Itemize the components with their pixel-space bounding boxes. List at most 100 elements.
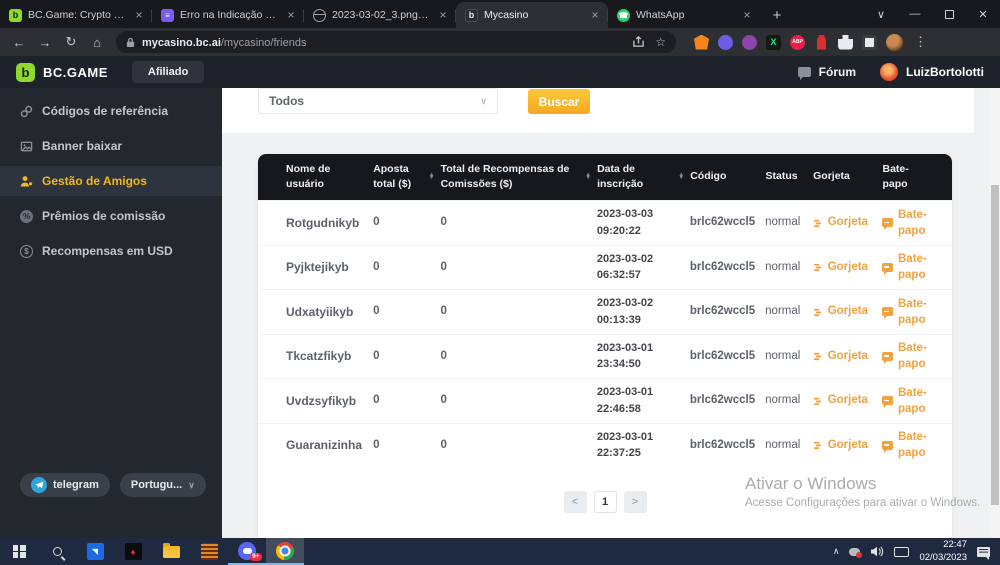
tip-link[interactable]: Gorjeta [828, 392, 868, 409]
sidebar-item-referral-codes[interactable]: Códigos de referência [0, 96, 222, 126]
bcgame-logo-icon[interactable]: b [16, 63, 35, 82]
sidebar-item-friends-management[interactable]: Gestão de Amigos [0, 166, 222, 196]
taskbar-amd-app[interactable]: ◥ [76, 538, 114, 565]
sort-icon[interactable]: ▲▼ [585, 174, 591, 181]
sidebar-item-banner-download[interactable]: Banner baixar [0, 131, 222, 161]
list-purple-icon: ≡ [161, 9, 174, 22]
scrollbar-thumb[interactable] [991, 185, 999, 505]
volume-icon[interactable] [870, 546, 884, 557]
tab-erro-indicacao[interactable]: ≡ Erro na Indicação - BC.Game × [152, 2, 304, 28]
chat-link[interactable]: Bate-papo [898, 385, 932, 417]
close-button[interactable]: ✕ [966, 0, 1000, 28]
tab-close-icon[interactable]: × [436, 8, 450, 22]
taskbar-game-app[interactable]: ♦ [114, 538, 152, 565]
taskbar-striped-app[interactable] [190, 538, 228, 565]
extensions-puzzle-icon[interactable] [838, 35, 853, 50]
metamask-extension-icon[interactable] [694, 35, 709, 50]
cell-code: brlc62wccl5 [690, 303, 765, 320]
forum-link[interactable]: Fórum [819, 65, 856, 79]
chevron-down-icon: ∨ [188, 480, 195, 491]
tab-png-image[interactable]: 2023-03-02_3.png (1024×76 × [304, 2, 456, 28]
tray-expand-icon[interactable]: ∧ [833, 546, 840, 557]
chat-bubble-icon [882, 352, 893, 361]
chat-link[interactable]: Bate-papo [898, 340, 932, 372]
user-avatar[interactable] [880, 63, 898, 81]
tab-close-icon[interactable]: × [740, 8, 754, 22]
recording-tray-icon[interactable] [849, 548, 860, 556]
friend-type-select[interactable]: Todos ∨ [258, 88, 498, 114]
brand-name[interactable]: BC.GAME [43, 65, 108, 80]
action-center-icon[interactable] [977, 547, 990, 557]
col-commission-total[interactable]: Total de Recompensas de Comissões ($) ▲▼ [441, 162, 598, 192]
share-icon[interactable] [632, 36, 645, 48]
sidebar-item-label: Recompensas em USD [42, 244, 173, 258]
cell-bet-total: 0 [373, 348, 440, 365]
chrome-icon [276, 542, 294, 560]
col-bet-total[interactable]: Aposta total ($) ▲▼ [373, 162, 440, 192]
purple-extension-icon[interactable] [718, 35, 733, 50]
tab-close-icon[interactable]: × [132, 8, 146, 22]
red-hand-extension-icon[interactable] [814, 35, 829, 50]
tab-close-icon[interactable]: × [588, 8, 602, 22]
reload-icon[interactable]: ↻ [60, 31, 82, 53]
tab-bcgame-home[interactable]: b BC.Game: Crypto Casino Gan × [0, 2, 152, 28]
col-signup-date[interactable]: Data de inscrição ▲▼ [597, 162, 690, 192]
sort-icon[interactable]: ▲▼ [429, 174, 435, 181]
chat-link[interactable]: Bate-papo [898, 429, 932, 461]
cell-commission-total: 0 [440, 437, 596, 454]
sidebar-item-usd-rewards[interactable]: $ Recompensas em USD [0, 236, 222, 266]
chat-link[interactable]: Bate-papo [898, 251, 932, 283]
adblock-plus-extension-icon[interactable]: ABP [790, 35, 805, 50]
chat-link[interactable]: Bate-papo [898, 207, 932, 239]
sidebar-item-commission-rewards[interactable]: % Prêmios de comissão [0, 201, 222, 231]
minimize-button[interactable]: — [898, 0, 932, 28]
tab-search-icon[interactable]: ∨ [864, 0, 898, 28]
start-button[interactable] [0, 538, 38, 565]
restore-button[interactable] [932, 0, 966, 28]
whatsapp-icon: ☎ [617, 9, 630, 22]
page-scrollbar[interactable] [990, 88, 1000, 538]
tab-close-icon[interactable]: × [284, 8, 298, 22]
tip-link[interactable]: Gorjeta [828, 303, 868, 320]
tip-link[interactable]: Gorjeta [828, 214, 868, 231]
sort-icon[interactable]: ▲▼ [678, 174, 684, 181]
telegram-button[interactable]: telegram [20, 473, 110, 497]
tab-whatsapp[interactable]: ☎ WhatsApp × [608, 2, 760, 28]
tab-mycasino-active[interactable]: b Mycasino × [456, 2, 608, 28]
taskbar-clock[interactable]: 22:47 02/03/2023 [919, 539, 967, 564]
cell-username: Uvdzsyfikyb [286, 392, 373, 410]
browser-toolbar: ← → ↻ ⌂ mycasino.bc.ai/mycasino/friends … [0, 28, 1000, 56]
prev-page-button[interactable]: < [564, 491, 587, 513]
keyboard-icon[interactable] [894, 547, 909, 557]
cell-code: brlc62wccl5 [690, 214, 765, 231]
chat-link[interactable]: Bate-papo [898, 296, 932, 328]
search-button[interactable]: Buscar [528, 89, 590, 114]
violet-extension-icon[interactable] [742, 35, 757, 50]
next-page-button[interactable]: > [624, 491, 647, 513]
new-tab-button[interactable]: + [764, 2, 790, 28]
address-bar[interactable]: mycasino.bc.ai/mycasino/friends ☆ [116, 31, 676, 53]
tip-link[interactable]: Gorjeta [828, 437, 868, 454]
taskbar-discord-app[interactable]: 9+ [228, 538, 266, 565]
affiliate-nav-button[interactable]: Afiliado [132, 61, 204, 83]
telegram-label: telegram [53, 479, 99, 491]
taskbar-chrome-app[interactable] [266, 538, 304, 565]
browser-menu-icon[interactable]: ⋮ [912, 34, 929, 50]
forward-icon[interactable]: → [34, 31, 56, 53]
tab-title: WhatsApp [636, 9, 734, 21]
username-label[interactable]: LuizBortolotti [906, 65, 984, 79]
taskbar-search-button[interactable] [38, 538, 76, 565]
back-icon[interactable]: ← [8, 31, 30, 53]
current-page[interactable]: 1 [594, 491, 617, 513]
tip-coin-icon [813, 218, 823, 228]
tip-link[interactable]: Gorjeta [828, 259, 868, 276]
x-green-extension-icon[interactable]: X [766, 35, 781, 50]
square-extension-icon[interactable] [862, 35, 877, 50]
table-row: Tkcatzfikyb 0 0 2023-03-0123:34:50 brlc6… [258, 334, 952, 379]
bookmark-star-icon[interactable]: ☆ [655, 35, 666, 49]
browser-profile-avatar[interactable] [886, 34, 903, 51]
taskbar-file-explorer[interactable] [152, 538, 190, 565]
language-selector[interactable]: Portugu... ∨ [120, 473, 206, 497]
home-icon[interactable]: ⌂ [86, 31, 108, 53]
tip-link[interactable]: Gorjeta [828, 348, 868, 365]
